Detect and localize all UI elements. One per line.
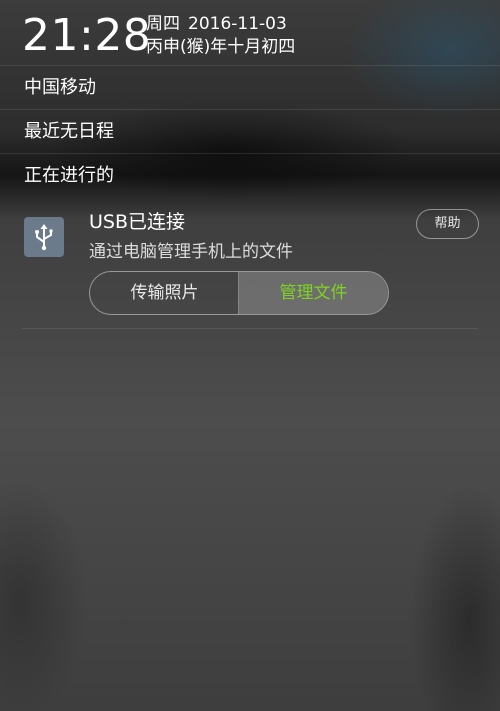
manage-files-button[interactable]: 管理文件	[239, 272, 388, 314]
ongoing-label: 正在进行的	[24, 165, 114, 186]
usb-mode-selector: 传输照片 管理文件	[89, 271, 389, 315]
date-line: 周四 2016-11-03	[146, 14, 287, 34]
date: 2016-11-03	[188, 14, 287, 34]
schedule-label: 最近无日程	[24, 121, 114, 142]
transfer-photos-button[interactable]: 传输照片	[90, 272, 239, 314]
notification-divider	[22, 328, 478, 329]
clock-time: 21:28	[22, 10, 152, 61]
carrier-name: 中国移动	[24, 77, 96, 98]
usb-notification[interactable]: USB已连接 通过电脑管理手机上的文件 帮助 传输照片 管理文件	[0, 200, 500, 330]
usb-icon	[24, 217, 64, 257]
clock-header: 21:28 周四 2016-11-03 丙申(猴)年十月初四	[0, 0, 500, 64]
notification-description: 通过电脑管理手机上的文件	[89, 242, 293, 262]
carrier-row: 中国移动	[0, 65, 500, 110]
schedule-row[interactable]: 最近无日程	[0, 109, 500, 154]
weekday: 周四	[146, 14, 180, 34]
lunar-date: 丙申(猴)年十月初四	[146, 37, 296, 57]
ongoing-section-header: 正在进行的	[0, 153, 500, 198]
notification-title: USB已连接	[89, 211, 186, 233]
help-button[interactable]: 帮助	[416, 209, 479, 239]
